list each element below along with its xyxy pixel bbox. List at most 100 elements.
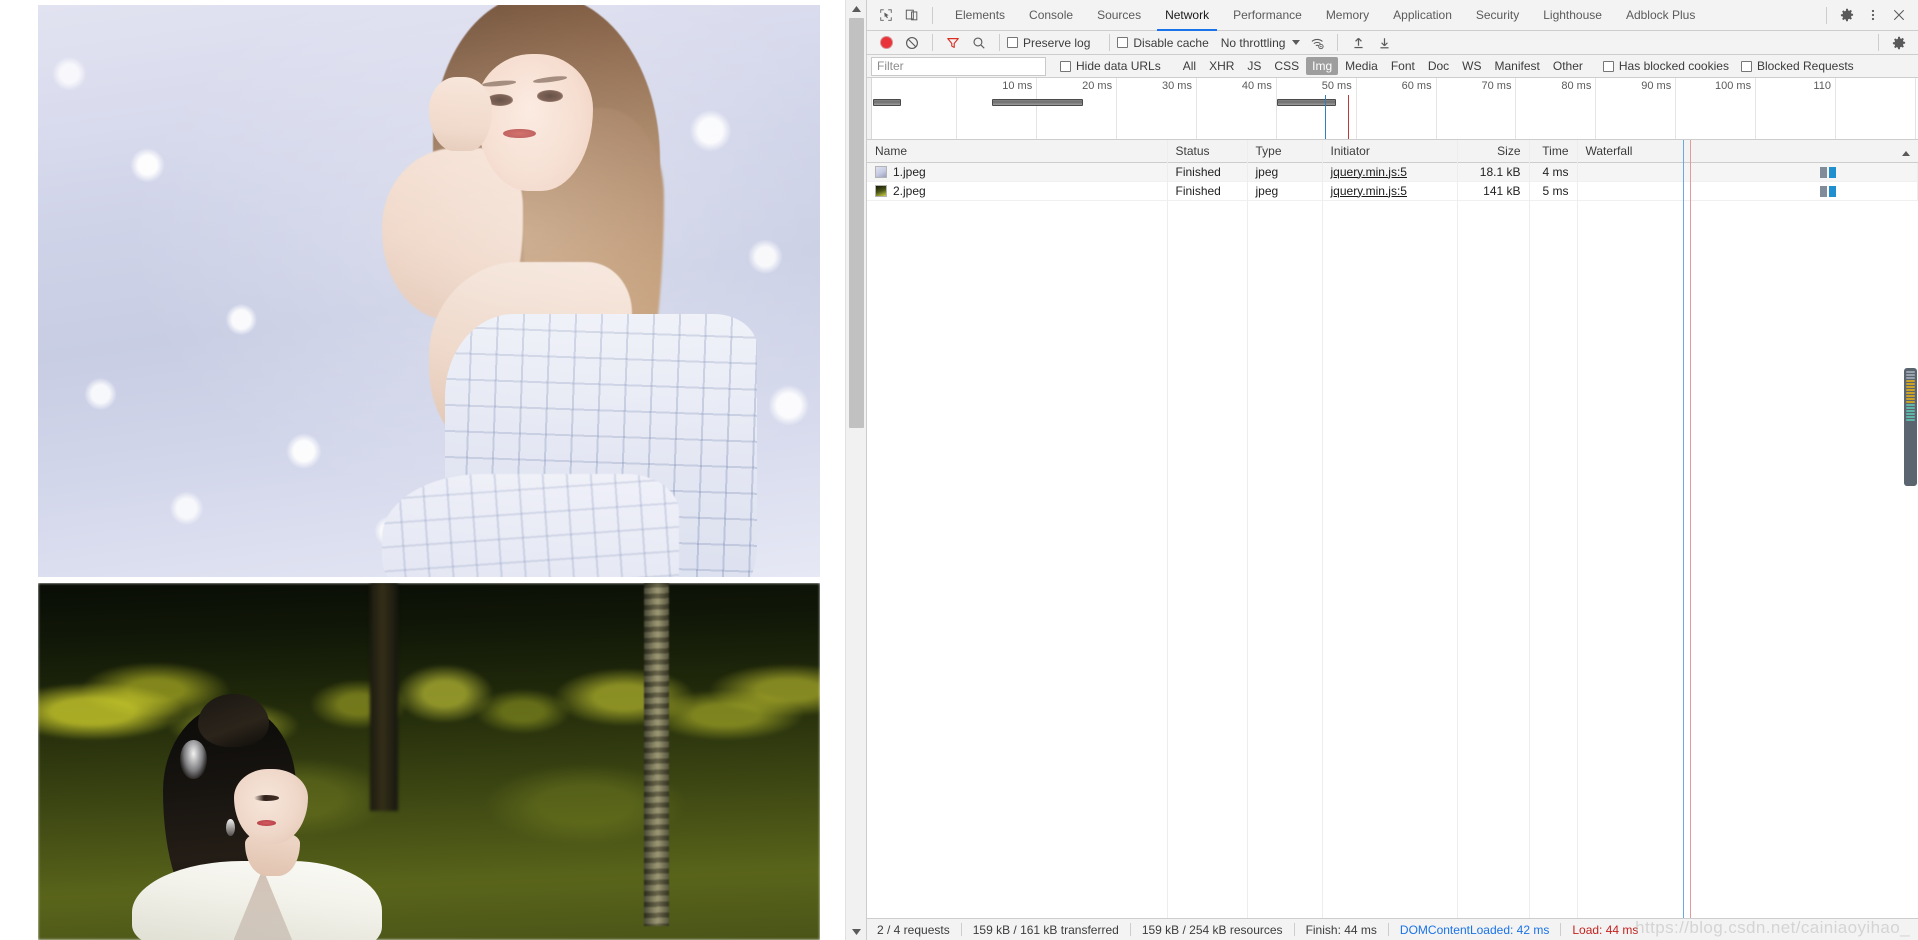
filter-input[interactable] xyxy=(871,56,1046,76)
close-icon[interactable] xyxy=(1886,2,1912,28)
column-header-size[interactable]: Size xyxy=(1457,140,1530,163)
filter-chip-xhr[interactable]: XHR xyxy=(1203,57,1240,75)
cell-size: 18.1 kB xyxy=(1457,162,1530,182)
disable-cache-checkbox[interactable]: Disable cache xyxy=(1117,36,1209,50)
gear-icon[interactable] xyxy=(1834,2,1860,28)
filter-chip-all[interactable]: All xyxy=(1177,57,1202,75)
waterfall-download-segment xyxy=(1829,166,1837,178)
scroll-down-arrow[interactable] xyxy=(846,923,866,940)
cell-name[interactable]: 2.jpeg xyxy=(867,181,1168,201)
filter-chip-manifest[interactable]: Manifest xyxy=(1489,57,1546,75)
cell-initiator[interactable]: jquery.min.js:5 xyxy=(1322,162,1458,182)
tab-elements[interactable]: Elements xyxy=(943,0,1017,31)
tab-label: Application xyxy=(1393,8,1452,22)
clear-button[interactable] xyxy=(899,30,925,56)
page-vertical-scrollbar[interactable] xyxy=(845,0,866,940)
blocked-requests-label: Blocked Requests xyxy=(1756,59,1854,73)
status-load: Load: 44 ms xyxy=(1572,922,1639,937)
filter-chip-font[interactable]: Font xyxy=(1385,57,1421,75)
page-content xyxy=(0,0,845,940)
waterfall-wait-segment xyxy=(1819,166,1827,178)
waterfall-minimap-scrollbar[interactable] xyxy=(1904,368,1917,486)
network-conditions-icon[interactable] xyxy=(1304,30,1330,56)
column-header-status[interactable]: Status xyxy=(1167,140,1248,163)
record-button[interactable] xyxy=(873,30,899,56)
resource-type-filters: All XHR JS CSS Img Media Font Doc WS Man… xyxy=(1177,57,1589,75)
request-name: 2.jpeg xyxy=(893,183,926,198)
cell-initiator[interactable]: jquery.min.js:5 xyxy=(1322,181,1458,201)
gear-icon[interactable] xyxy=(1886,30,1912,56)
devtools-panel: Elements Console Sources Network Perform… xyxy=(866,0,1918,940)
tab-security[interactable]: Security xyxy=(1464,0,1531,31)
tab-adblock-plus[interactable]: Adblock Plus xyxy=(1614,0,1707,31)
network-overview-timeline[interactable]: 10 ms 20 ms 30 ms 40 ms 50 ms 60 ms 70 m… xyxy=(867,78,1918,140)
column-header-initiator[interactable]: Initiator xyxy=(1322,140,1458,163)
checkbox-box xyxy=(1007,37,1018,48)
column-header-type[interactable]: Type xyxy=(1247,140,1323,163)
toolbar-divider xyxy=(932,6,933,24)
status-requests: 2 / 4 requests xyxy=(877,922,950,937)
overview-load-line xyxy=(1348,95,1350,139)
ruler-tick-label: 30 ms xyxy=(1161,80,1192,92)
export-har-icon[interactable] xyxy=(1371,30,1397,56)
filter-chip-other[interactable]: Other xyxy=(1547,57,1589,75)
network-status-bar: 2 / 4 requests 159 kB / 161 kB transferr… xyxy=(867,918,1918,940)
table-column-separators xyxy=(867,140,1918,918)
filter-chip-js[interactable]: JS xyxy=(1241,57,1267,75)
scrollbar-thumb[interactable] xyxy=(849,18,864,428)
initiator-link[interactable]: jquery.min.js:5 xyxy=(1331,165,1407,179)
scroll-up-arrow[interactable] xyxy=(846,0,866,17)
tab-label: Sources xyxy=(1097,8,1142,22)
import-har-icon[interactable] xyxy=(1345,30,1371,56)
table-row[interactable]: 2.jpeg Finished jpeg jquery.min.js:5 141… xyxy=(867,181,1918,201)
toolbar-divider xyxy=(932,34,933,51)
search-icon[interactable] xyxy=(966,30,992,56)
ruler-tick-label: 90 ms xyxy=(1641,80,1672,92)
overview-dom-content-loaded-line xyxy=(1325,95,1327,139)
hide-data-urls-checkbox[interactable]: Hide data URLs xyxy=(1060,59,1161,73)
browser-window: Elements Console Sources Network Perform… xyxy=(0,0,1918,940)
table-row[interactable]: 1.jpeg Finished jpeg jquery.min.js:5 18.… xyxy=(867,162,1918,182)
column-header-waterfall[interactable]: Waterfall xyxy=(1577,140,1918,163)
initiator-link[interactable]: jquery.min.js:5 xyxy=(1331,184,1407,198)
tab-label: Performance xyxy=(1233,8,1302,22)
device-toolbar-icon[interactable] xyxy=(899,2,925,28)
cell-size: 141 kB xyxy=(1457,181,1530,201)
filter-chip-media[interactable]: Media xyxy=(1339,57,1384,75)
filter-chip-img[interactable]: Img xyxy=(1306,57,1339,75)
kebab-menu-icon[interactable] xyxy=(1860,2,1886,28)
inspect-element-icon[interactable] xyxy=(873,2,899,28)
page-image-2[interactable] xyxy=(38,583,820,940)
has-blocked-cookies-checkbox[interactable]: Has blocked cookies xyxy=(1602,59,1729,73)
tab-application[interactable]: Application xyxy=(1381,0,1464,31)
tab-label: Memory xyxy=(1325,8,1370,22)
cell-waterfall xyxy=(1577,162,1918,182)
ruler-tick-label: 80 ms xyxy=(1561,80,1592,92)
status-divider xyxy=(960,923,962,936)
status-divider xyxy=(1293,923,1295,936)
toolbar-divider xyxy=(1826,6,1827,24)
jpeg-thumbnail-icon xyxy=(875,184,887,197)
filter-chip-css[interactable]: CSS xyxy=(1268,57,1305,75)
tab-lighthouse[interactable]: Lighthouse xyxy=(1531,0,1614,31)
tab-network[interactable]: Network xyxy=(1153,0,1221,31)
column-header-time[interactable]: Time xyxy=(1529,140,1578,163)
preserve-log-checkbox[interactable]: Preserve log xyxy=(1007,36,1090,50)
tab-sources[interactable]: Sources xyxy=(1085,0,1153,31)
page-image-1[interactable] xyxy=(38,5,820,577)
throttling-dropdown[interactable]: No throttling xyxy=(1221,36,1301,50)
hair-ornament-shape xyxy=(180,740,207,780)
page-viewport xyxy=(0,0,866,940)
devtools-tabbar: Elements Console Sources Network Perform… xyxy=(867,0,1918,31)
filter-chip-ws[interactable]: WS xyxy=(1456,57,1487,75)
cell-name[interactable]: 1.jpeg xyxy=(867,162,1168,182)
filter-chip-doc[interactable]: Doc xyxy=(1422,57,1455,75)
filter-funnel-icon[interactable] xyxy=(940,30,966,56)
tab-console[interactable]: Console xyxy=(1017,0,1085,31)
tab-label: Lighthouse xyxy=(1543,8,1602,22)
tab-memory[interactable]: Memory xyxy=(1314,0,1381,31)
column-header-name[interactable]: Name xyxy=(867,140,1168,163)
blocked-requests-checkbox[interactable]: Blocked Requests xyxy=(1740,59,1854,73)
chevron-down-icon xyxy=(1292,40,1301,45)
tab-performance[interactable]: Performance xyxy=(1221,0,1314,31)
